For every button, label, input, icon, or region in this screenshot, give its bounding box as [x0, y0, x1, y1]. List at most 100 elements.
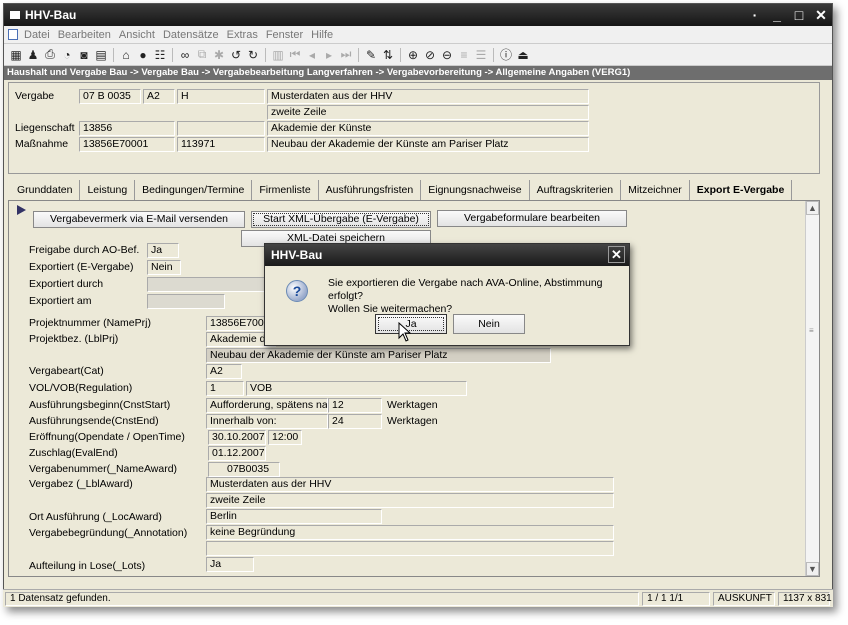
- first-record-icon[interactable]: ⏮: [288, 47, 302, 62]
- network-icon[interactable]: ☷: [153, 48, 167, 62]
- freigabe-label: Freigabe durch AO-Bef.: [29, 244, 140, 256]
- beginn-value-field[interactable]: 12: [328, 398, 382, 413]
- list-icon[interactable]: ☰: [474, 48, 488, 62]
- scroll-down-icon[interactable]: ▼: [806, 562, 819, 576]
- menu-extras[interactable]: Extras: [227, 29, 258, 41]
- menu-fenster[interactable]: Fenster: [266, 29, 303, 41]
- freigabe-field[interactable]: Ja: [147, 243, 179, 258]
- zoom-out-icon[interactable]: ⊖: [440, 48, 454, 62]
- beginn-label: Ausführungsbeginn(CnstStart): [29, 399, 171, 411]
- vergabe-art-field[interactable]: A2: [143, 89, 175, 104]
- zoom-icon[interactable]: ⊘: [423, 48, 437, 62]
- close-button[interactable]: ✕: [810, 4, 832, 26]
- users-icon[interactable]: ♟: [26, 48, 40, 62]
- beginn-text-field[interactable]: Aufforderung, spätens nach:: [206, 398, 328, 413]
- aufteilung-field[interactable]: Ja: [206, 557, 254, 572]
- table-icon[interactable]: ▤: [94, 48, 108, 62]
- tab-leistung[interactable]: Leistung: [80, 180, 136, 200]
- print-icon[interactable]: ⎙: [43, 47, 57, 62]
- liegenschaft-extra-field[interactable]: [177, 121, 265, 136]
- tab-grunddaten[interactable]: Grunddaten: [10, 180, 81, 200]
- tab-export-e-vergabe[interactable]: Export E-Vergabe: [689, 180, 793, 200]
- edit-icon[interactable]: ✎: [364, 48, 378, 62]
- exportiert-field[interactable]: Nein: [147, 260, 181, 275]
- exit-icon[interactable]: ⏏: [516, 48, 530, 62]
- formulare-button[interactable]: Vergabeformulare bearbeiten: [437, 210, 627, 227]
- menu-hilfe[interactable]: Hilfe: [311, 29, 333, 41]
- eroeffnung-time-field[interactable]: 12:00: [268, 430, 302, 445]
- eroeffnung-date-field[interactable]: 30.10.2007: [208, 430, 266, 445]
- align-icon[interactable]: ≡: [457, 48, 471, 62]
- next-record-icon[interactable]: ▸: [322, 48, 336, 62]
- projektbez-field-2[interactable]: Neubau der Akademie der Künste am Parise…: [206, 348, 551, 363]
- tab-ausfuehrungsfristen[interactable]: Ausführungsfristen: [319, 180, 422, 200]
- vergabe-nr-field[interactable]: 07 B 0035: [79, 89, 141, 104]
- vergabenummer-field[interactable]: 07B0035: [208, 462, 280, 477]
- tab-bedingungen[interactable]: Bedingungen/Termine: [135, 180, 253, 200]
- ende-value-field[interactable]: 24: [328, 414, 382, 429]
- aufteilung-label: Aufteilung in Lose(_Lots): [29, 560, 146, 572]
- tab-mitzeichner[interactable]: Mitzeichner: [621, 180, 690, 200]
- exportiert-am-label: Exportiert am: [29, 295, 92, 307]
- tab-firmenliste[interactable]: Firmenliste: [252, 180, 319, 200]
- info-icon[interactable]: ⓘ: [499, 48, 513, 62]
- title-bar: HHV-Bau · _ □ ✕: [4, 4, 832, 26]
- undo-icon[interactable]: ↺: [229, 48, 243, 62]
- zuschlag-label: Zuschlag(EvalEnd): [29, 447, 118, 459]
- mouse-cursor-icon: [398, 322, 412, 342]
- scroll-grip-icon[interactable]: ≡: [809, 326, 814, 335]
- copy-icon[interactable]: ⧉: [195, 47, 209, 62]
- zoom-in-icon[interactable]: ⊕: [406, 48, 420, 62]
- massnahme-id-field[interactable]: 113971: [177, 137, 265, 152]
- exportiert-durch-field[interactable]: [147, 277, 267, 292]
- tab-auftragskriterien[interactable]: Auftragskriterien: [530, 180, 622, 200]
- menu-datensaetze[interactable]: Datensätze: [163, 29, 219, 41]
- ende-text-field[interactable]: Innerhalb von:: [206, 414, 328, 429]
- vergabez-field-2[interactable]: zweite Zeile: [206, 493, 614, 508]
- scroll-up-icon[interactable]: ▲: [806, 201, 819, 215]
- question-icon: ?: [286, 280, 308, 302]
- menu-dots-icon[interactable]: ·: [744, 4, 766, 26]
- liegenschaft-name-field[interactable]: Akademie der Künste: [267, 121, 589, 136]
- tab-eignungsnachweise[interactable]: Eignungsnachweise: [421, 180, 530, 200]
- massnahme-name-field[interactable]: Neubau der Akademie der Künste am Parise…: [267, 137, 589, 152]
- grid-icon[interactable]: ▦: [9, 48, 23, 62]
- preview-icon[interactable]: ◔: [60, 48, 74, 62]
- menu-ansicht[interactable]: Ansicht: [119, 29, 155, 41]
- zuschlag-field[interactable]: 01.12.2007: [208, 446, 266, 461]
- liegenschaft-nr-field[interactable]: 13856: [79, 121, 175, 136]
- document-icon: [8, 29, 18, 40]
- prev-record-icon[interactable]: ◂: [305, 48, 319, 62]
- no-button[interactable]: Nein: [453, 314, 525, 334]
- filter-icon[interactable]: ▥: [271, 48, 285, 62]
- dialog-close-button[interactable]: ✕: [608, 246, 625, 263]
- vergabe-text1-field[interactable]: Musterdaten aus der HHV: [267, 89, 589, 104]
- ort-field[interactable]: Berlin: [206, 509, 382, 524]
- last-record-icon[interactable]: ⏭: [339, 47, 353, 62]
- menu-datei[interactable]: Datei: [24, 29, 50, 41]
- vol-nr-field[interactable]: 1: [206, 381, 244, 396]
- minimize-button[interactable]: _: [766, 4, 788, 26]
- vergabeart-field[interactable]: A2: [206, 364, 242, 379]
- maximize-button[interactable]: □: [788, 4, 810, 26]
- binoculars-icon[interactable]: ∞: [178, 48, 192, 62]
- sort-icon[interactable]: ⇅: [381, 48, 395, 62]
- massnahme-nr-field[interactable]: 13856E70001: [79, 137, 175, 152]
- vergabe-text2-field[interactable]: zweite Zeile: [267, 105, 589, 120]
- vertical-scrollbar[interactable]: ▲ ≡ ▼: [805, 201, 819, 576]
- begruendung-field-2[interactable]: [206, 541, 614, 556]
- begruendung-field-1[interactable]: keine Begründung: [206, 525, 614, 540]
- paste-icon[interactable]: ✱: [212, 48, 226, 62]
- refresh-icon[interactable]: ↻: [246, 48, 260, 62]
- start-xml-button[interactable]: Start XML-Übergabe (E-Vergabe): [251, 211, 431, 228]
- email-button[interactable]: Vergabevermerk via E-Mail versenden: [33, 211, 245, 228]
- globe-icon[interactable]: ●: [136, 48, 150, 62]
- exportiert-am-field[interactable]: [147, 294, 225, 309]
- building-icon[interactable]: ⌂: [119, 48, 133, 62]
- vol-field[interactable]: VOB: [246, 381, 467, 396]
- ende-label: Ausführungsende(CnstEnd): [29, 415, 159, 427]
- save-icon[interactable]: ◙: [77, 48, 91, 62]
- vergabez-field-1[interactable]: Musterdaten aus der HHV: [206, 477, 614, 492]
- menu-bearbeiten[interactable]: Bearbeiten: [58, 29, 111, 41]
- vergabe-h-field[interactable]: H: [177, 89, 265, 104]
